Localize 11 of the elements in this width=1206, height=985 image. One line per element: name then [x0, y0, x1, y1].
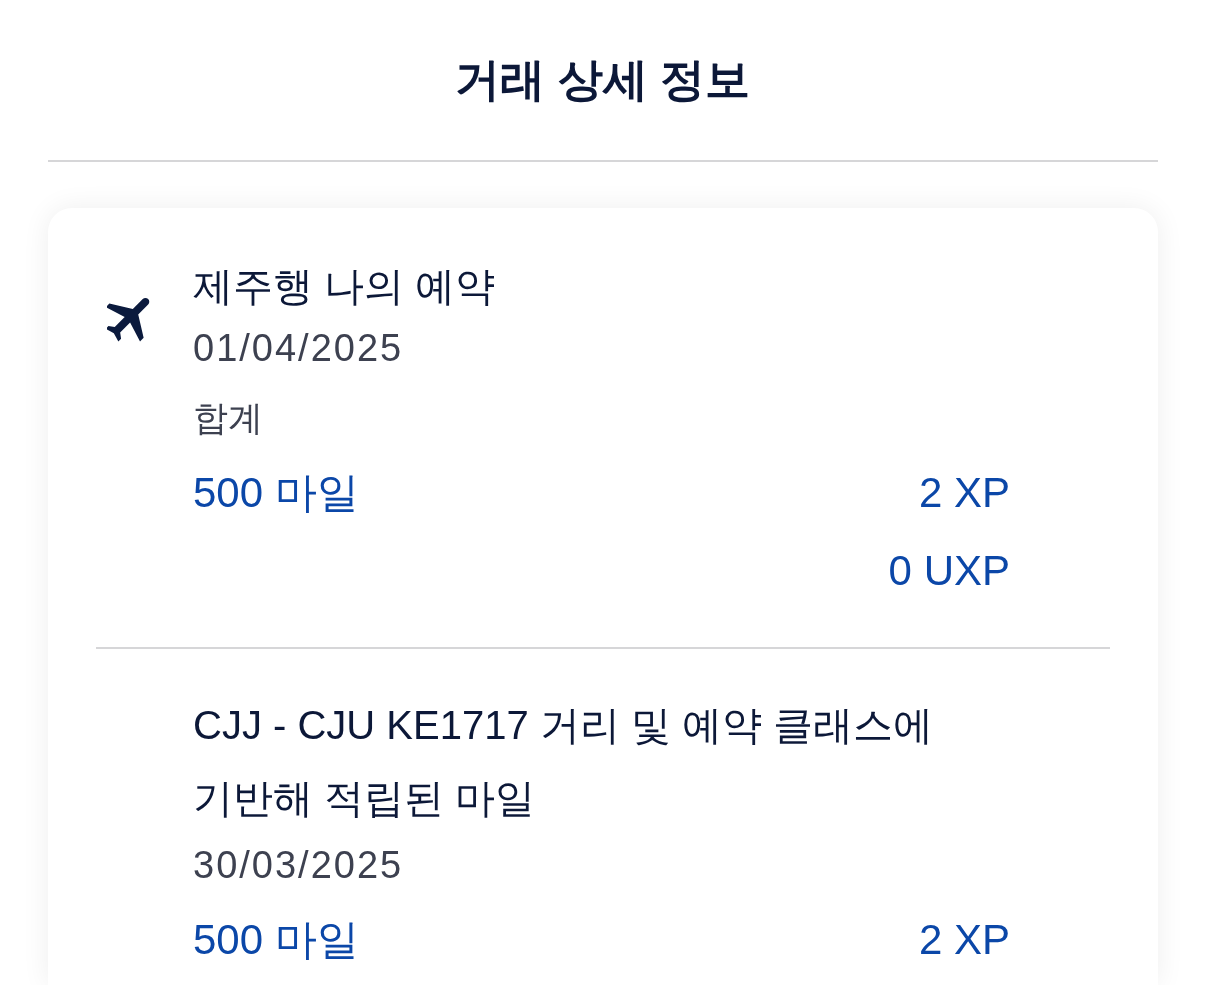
- transaction-date: 01/04/2025: [193, 326, 404, 371]
- points-amount: 2 XP: [918, 468, 1010, 518]
- points-amount: 0 UXP: [888, 546, 1010, 596]
- miles-amount: 500 마일: [193, 468, 359, 518]
- page-title: 거래 상세 정보: [455, 53, 751, 107]
- transaction-title: 제주행 나의 예약: [193, 263, 496, 310]
- points-amount: 2 XP: [918, 915, 1010, 965]
- transaction-date: 30/03/2025: [193, 843, 404, 888]
- transaction-title: CJJ - CJU KE1717 거리 및 예약 클래스에 기반해 적립된 마일: [193, 702, 935, 822]
- miles-amount: 500 마일: [193, 915, 359, 965]
- total-label: 합계: [193, 397, 263, 439]
